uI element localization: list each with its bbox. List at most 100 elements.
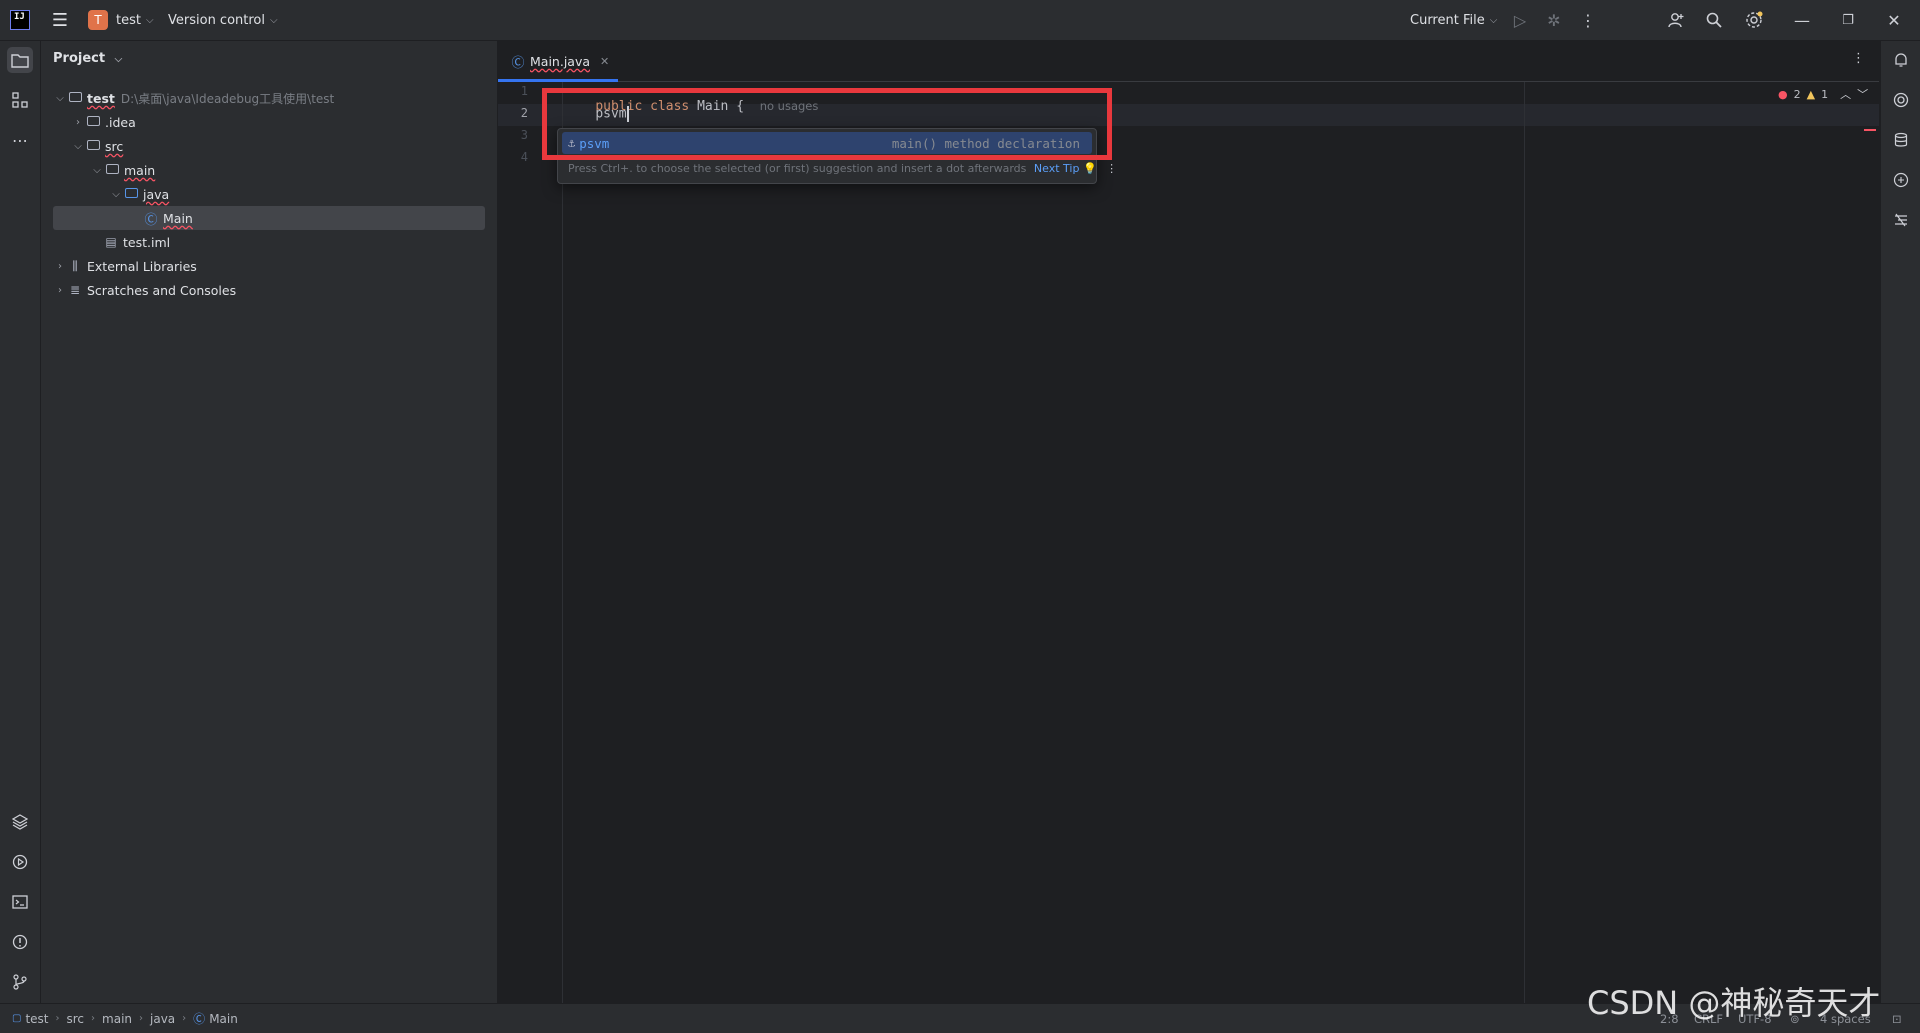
chevron-right-icon[interactable]: › — [71, 117, 85, 128]
database-icon[interactable] — [1888, 127, 1914, 153]
chevron-down-icon[interactable]: ⌵ — [53, 93, 67, 104]
module-folder-icon — [67, 91, 83, 105]
left-tool-strip: ⋯ — [0, 41, 41, 1003]
problems-icon[interactable] — [7, 929, 33, 955]
iml-file-icon: ▤ — [105, 235, 117, 249]
tree-item-scratches[interactable]: › ≣ Scratches and Consoles — [53, 278, 485, 302]
tree-item-label: src — [105, 138, 124, 154]
more-tools-icon[interactable]: ⋯ — [7, 127, 33, 153]
project-selector[interactable]: T test ⌵ — [88, 0, 154, 40]
breadcrumb-item[interactable]: main — [102, 1012, 132, 1026]
chevron-down-icon[interactable]: ⌵ — [90, 165, 104, 176]
java-class-icon: Ⓒ — [193, 1012, 206, 1026]
tree-item-main-class[interactable]: Ⓒ Main — [53, 206, 485, 230]
line-number: 2 — [520, 106, 528, 120]
chevron-right-icon[interactable]: › — [53, 285, 67, 296]
python-console-icon[interactable] — [1888, 167, 1914, 193]
breadcrumb-item[interactable]: java — [150, 1012, 175, 1026]
tree-item-external-libraries[interactable]: › ⫼ External Libraries — [53, 254, 485, 278]
tree-item-java[interactable]: ⌵ java — [53, 182, 541, 206]
line-number: 1 — [520, 84, 528, 98]
tree-item-src[interactable]: ⌵ src — [53, 134, 503, 158]
module-icon: ▢ — [12, 1013, 22, 1024]
java-class-icon: Ⓒ — [144, 212, 158, 228]
project-panel-title[interactable]: Project ⌵ — [53, 51, 122, 66]
chevron-right-icon: › — [55, 1013, 60, 1024]
tree-item-label: External Libraries — [87, 258, 197, 274]
chevron-right-icon[interactable]: › — [53, 261, 67, 272]
version-control-menu[interactable]: Version control ⌵ — [168, 0, 278, 40]
tree-item-label: Main — [163, 210, 193, 226]
tab-options-icon[interactable]: ⋮ — [1852, 51, 1865, 66]
minimize-window-icon[interactable]: — — [1782, 0, 1822, 40]
tree-item-test-iml[interactable]: ▤ test.iml — [53, 230, 485, 254]
lightbulb-icon: 💡 — [1082, 162, 1097, 175]
chevron-down-icon[interactable]: ⌵ — [109, 189, 123, 200]
folder-icon — [104, 163, 120, 177]
tree-item-test-module[interactable]: ⌵ test D:\桌面\java\Ideadebug工具使用\test — [53, 86, 485, 110]
tree-item-label: Scratches and Consoles — [87, 282, 237, 298]
completion-tip: Press Ctrl+. to choose the selected (or … — [568, 162, 1117, 175]
watermark: CSDN @神秘奇天才 — [1587, 984, 1881, 1022]
more-actions-icon[interactable]: ⋮ — [1568, 0, 1608, 40]
services-layers-icon[interactable] — [7, 809, 33, 835]
add-user-icon[interactable] — [1656, 0, 1696, 40]
project-panel-title-label: Project — [53, 51, 106, 66]
java-class-icon: Ⓒ — [511, 55, 525, 71]
structure-icon[interactable] — [7, 87, 33, 113]
main-menu-icon[interactable]: ☰ — [48, 0, 72, 40]
warning-icon: ▲ — [1806, 87, 1816, 101]
project-tool-folder-icon[interactable] — [7, 47, 33, 73]
inspection-widget[interactable]: ● 2 ▲ 1 ︿ ﹀ — [1778, 86, 1868, 102]
error-icon: ● — [1778, 87, 1788, 101]
chevron-down-icon[interactable]: ⌵ — [71, 141, 85, 152]
editor-area: Ⓒ Main.java ✕ ⋮ 1 2 3 4 public class Mai… — [498, 41, 1879, 1003]
chevron-down-icon: ⌵ — [114, 54, 123, 65]
right-margin-guide — [1524, 82, 1525, 1003]
chevron-right-icon: › — [91, 1013, 96, 1024]
tree-item-label: test — [87, 90, 115, 106]
folder-icon — [85, 115, 101, 129]
chevron-down-icon: ⌵ — [145, 14, 154, 26]
title-bar: ☰ T test ⌵ Version control ⌵ Current Fil… — [0, 0, 1920, 41]
scratches-icon: ≣ — [69, 283, 81, 297]
error-stripe-marker[interactable] — [1864, 129, 1876, 131]
breadcrumb-item[interactable]: Main — [209, 1012, 238, 1026]
chevron-down-icon: ⌵ — [270, 14, 278, 26]
right-tool-strip — [1880, 41, 1920, 1003]
intellij-logo-icon — [10, 10, 30, 30]
completion-tip-text: Press Ctrl+. to choose the selected (or … — [568, 162, 1027, 175]
git-branch-icon[interactable] — [7, 969, 33, 995]
next-tip-link[interactable]: Next Tip — [1034, 162, 1080, 175]
terminal-icon[interactable] — [7, 889, 33, 915]
breadcrumb: ▢ test › src › main › java › Ⓒ Main — [12, 1004, 238, 1033]
tip-options-icon[interactable]: ⋮ — [1106, 162, 1117, 175]
plugin-icon[interactable] — [1888, 207, 1914, 233]
restore-window-icon[interactable]: ❐ — [1828, 0, 1868, 40]
breadcrumb-item[interactable]: src — [67, 1012, 85, 1026]
close-tab-icon[interactable]: ✕ — [600, 55, 609, 68]
tree-item-idea[interactable]: › .idea — [53, 110, 503, 134]
settings-gear-icon[interactable] — [1734, 0, 1774, 40]
project-name: test — [116, 12, 141, 28]
line-number: 3 — [520, 128, 528, 142]
line-number-gutter: 1 2 3 4 — [498, 82, 560, 1003]
editor-tab-bar: Ⓒ Main.java ✕ ⋮ — [498, 41, 1879, 82]
gutter-divider — [562, 82, 563, 1003]
highlight-annotation-box — [542, 88, 1112, 160]
tree-item-main[interactable]: ⌵ main — [53, 158, 522, 182]
memory-indicator-icon[interactable]: ⊡ — [1892, 1004, 1902, 1033]
ai-assistant-icon[interactable] — [1888, 87, 1914, 113]
breadcrumb-item[interactable]: test — [25, 1012, 48, 1026]
run-tool-icon[interactable] — [7, 849, 33, 875]
close-window-icon[interactable]: ✕ — [1874, 0, 1914, 40]
chevron-up-icon[interactable]: ︿ — [1840, 86, 1851, 102]
tab-main-java[interactable]: Ⓒ Main.java ✕ — [498, 41, 618, 82]
notifications-bell-icon[interactable] — [1888, 47, 1914, 73]
search-icon[interactable] — [1694, 0, 1734, 40]
chevron-right-icon: › — [182, 1013, 187, 1024]
run-config-selector[interactable]: Current File ⌵ — [1410, 0, 1497, 40]
chevron-down-icon: ⌵ — [1489, 14, 1498, 26]
tree-item-label: java — [143, 186, 170, 202]
chevron-down-icon[interactable]: ﹀ — [1857, 86, 1868, 102]
